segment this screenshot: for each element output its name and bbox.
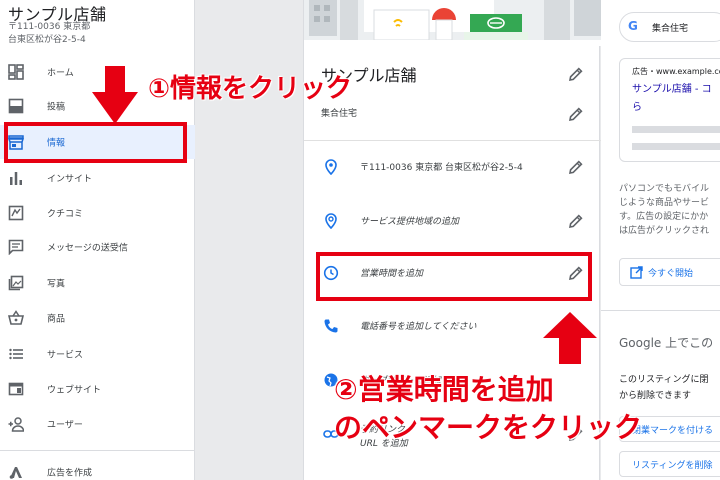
screen: サンプル店舗 〒111-0036 東京都 台東区松が谷2-5-4 ホーム 投稿 … (0, 0, 720, 480)
sidebar-item-website[interactable]: ウェブサイト (0, 372, 195, 406)
listing-line: このリスティングに閉 (619, 375, 709, 385)
sidebar-item-messages[interactable]: メッセージの送受信 (0, 230, 195, 264)
service-area-label: サービス提供地域の追加 (360, 217, 460, 227)
start-now-button[interactable]: 今すぐ開始 (619, 258, 720, 286)
sidebar-item-label: メッセージの送受信 (47, 243, 128, 254)
up-arrow-annotation (543, 312, 597, 364)
sidebar-divider (0, 450, 195, 451)
highlight-info-box (4, 122, 187, 163)
ads-icon (9, 467, 22, 479)
review-icon (8, 205, 24, 221)
sidebar-item-users[interactable]: ユーザー (0, 407, 195, 441)
phone-label: 電話番号を追加してください (360, 322, 477, 332)
sidebar-item-services[interactable]: サービス (0, 337, 195, 371)
business-address: 〒111-0036 東京都 台東区松が谷2-5-4 (8, 21, 90, 47)
ad-placeholder-bar (632, 126, 720, 133)
sidebar-item-label: ホーム (47, 68, 74, 79)
bar-chart-icon (10, 172, 22, 185)
sidebar-item-label: 広告を作成 (47, 468, 93, 479)
edit-service-area-pencil-icon[interactable] (568, 213, 584, 229)
annotation-step2-line2: のペンマークをクリック (334, 411, 643, 444)
location-pin-icon (325, 159, 337, 175)
sidebar-item-label: サービス (47, 350, 84, 361)
ad-description: パソコンでもモバイル じような商品やサービ す。広告の設定にかか は広告がクリッ… (619, 182, 720, 238)
sidebar-item-label: クチコミ (47, 209, 84, 220)
post-icon (8, 98, 24, 114)
website-icon (8, 382, 24, 396)
desc-line: す。広告の設定にかか (619, 212, 709, 222)
search-preview[interactable]: G 集合住宅 (619, 12, 720, 42)
desc-line: は広告がクリックされ (619, 226, 710, 236)
dashboard-icon (8, 64, 24, 80)
address-value: 〒111-0036 東京都 台東区松が谷2-5-4 (360, 163, 523, 173)
sidebar-item-products[interactable]: 商品 (0, 301, 195, 335)
open-external-icon (630, 266, 643, 279)
ad-headline-link-cont[interactable]: ら (632, 98, 642, 113)
right-divider (601, 310, 720, 311)
sidebar-item-insights[interactable]: インサイト (0, 161, 195, 195)
address-line-1: 〒111-0036 東京都 (8, 22, 91, 32)
sidebar-item-label: インサイト (47, 174, 93, 185)
desc-line: パソコンでもモバイル (619, 184, 710, 194)
sidebar-item-label: 商品 (47, 314, 66, 325)
mark-closed-label: 閉業マークを付ける (632, 426, 714, 436)
search-preview-text: 集合住宅 (652, 24, 689, 34)
google-g-icon: G (628, 19, 638, 33)
down-arrow-annotation (92, 66, 138, 124)
basket-icon (8, 310, 24, 325)
sidebar-item-photos[interactable]: 写真 (0, 266, 195, 300)
add-user-icon (8, 417, 24, 432)
ad-url-line: 広告・www.example.com (632, 67, 720, 76)
highlight-hours-box (316, 252, 592, 301)
listing-description: このリスティングに閉 から削除できます (619, 372, 720, 404)
annotation-step2-line1: ②営業時間を追加 (334, 373, 554, 406)
ad-placeholder-bar (632, 143, 720, 150)
delete-listing-button[interactable]: リスティングを削除 (619, 451, 720, 477)
sidebar-item-label: 写真 (47, 279, 66, 290)
start-now-label: 今すぐ開始 (648, 269, 694, 279)
desc-line: じような商品やサービ (619, 198, 710, 208)
google-section-heading: Google 上でこの (619, 336, 714, 350)
sidebar-item-reviews[interactable]: クチコミ (0, 196, 195, 230)
list-icon (9, 348, 23, 360)
message-icon (8, 239, 24, 255)
edit-name-pencil-icon[interactable] (568, 66, 584, 82)
phone-icon (324, 319, 338, 333)
info-row-address[interactable]: 〒111-0036 東京都 台東区松が谷2-5-4 (304, 149, 601, 185)
info-row-service-area[interactable]: サービス提供地域の追加 (304, 203, 601, 239)
listing-line: から削除できます (619, 391, 692, 401)
storefront-illustration (304, 0, 601, 46)
card-divider (304, 140, 601, 141)
ad-headline-link[interactable]: サンプル店舗 - コ (632, 82, 720, 98)
business-category: 集合住宅 (321, 109, 358, 119)
service-area-icon (325, 213, 337, 229)
annotation-step1: ①情報をクリック (148, 74, 353, 104)
edit-category-pencil-icon[interactable] (568, 106, 584, 122)
sidebar-item-label: ウェブサイト (47, 385, 102, 396)
photo-icon (8, 275, 24, 291)
address-line-2: 台東区松が谷2-5-4 (8, 35, 86, 45)
edit-address-pencil-icon[interactable] (568, 159, 584, 175)
sidebar-item-create-ad[interactable]: 広告を作成 (0, 455, 195, 480)
sidebar-item-label: ユーザー (47, 420, 83, 431)
delete-listing-label: リスティングを削除 (632, 461, 713, 471)
sidebar-item-label: 投稿 (47, 102, 66, 113)
